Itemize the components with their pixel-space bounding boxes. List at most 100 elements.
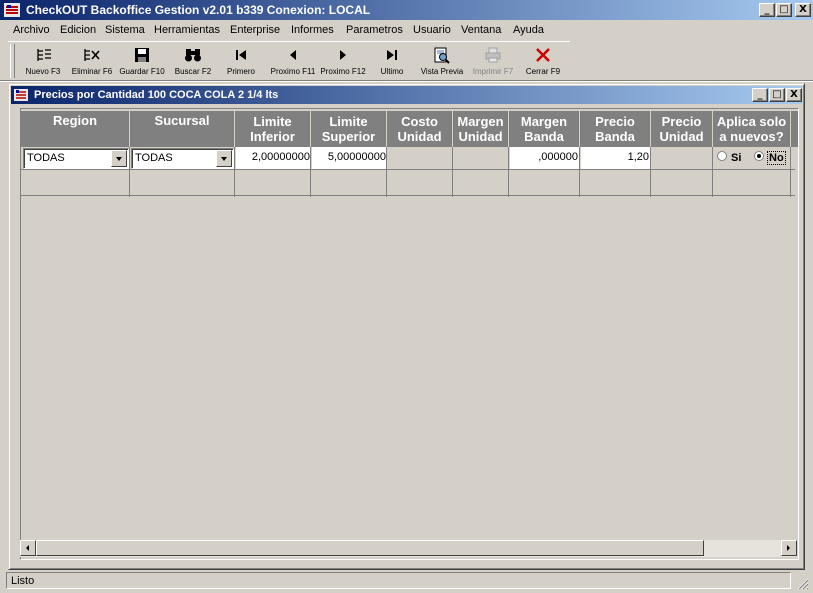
col-header-region-label: Region xyxy=(52,113,98,128)
nuevo-button[interactable]: Nuevo F3 xyxy=(22,42,64,80)
child-title-bar[interactable]: Precios por Cantidad 100 COCA COLA 2 1/4… xyxy=(11,86,802,104)
aplica-nuevos-cell: Si No xyxy=(714,147,791,169)
scroll-thumb[interactable] xyxy=(36,540,704,556)
col-header-margen-unidad-label: Margen Unidad xyxy=(457,114,503,144)
menu-archivo[interactable]: Archivo xyxy=(13,24,50,36)
status-bar: Listo xyxy=(6,572,809,590)
col-header-region[interactable]: Region xyxy=(21,111,130,147)
col-header-aplica-nuevos-line2: a nuevos? xyxy=(719,129,784,144)
col-header-costo-unidad-line1: Costo xyxy=(401,114,438,129)
col-header-margen-unidad-line2: Unidad xyxy=(458,129,503,144)
col-header-precio-banda[interactable]: Precio Banda xyxy=(580,111,651,147)
col-header-precio-unidad-label: Precio Unidad xyxy=(659,114,703,144)
row-divider xyxy=(21,195,795,196)
nuevo-label: Nuevo F3 xyxy=(25,67,61,76)
margen-banda-cell[interactable]: ,000000 xyxy=(510,147,579,169)
vista-previa-button[interactable]: Vista Previa xyxy=(418,42,466,80)
col-divider xyxy=(452,147,453,197)
toolbar-separator-highlight xyxy=(0,81,813,82)
limite-superior-value: 5,00000000 xyxy=(327,151,386,163)
buscar-button[interactable]: Buscar F2 xyxy=(171,42,215,80)
aplica-no-label[interactable]: No xyxy=(767,151,786,165)
minimize-button[interactable]: _ xyxy=(759,3,775,17)
vista-previa-label: Vista Previa xyxy=(420,67,464,76)
col-divider xyxy=(129,147,130,197)
col-header-limite-inferior-label: Limite Inferior xyxy=(250,114,295,144)
menu-herramientas[interactable]: Herramientas xyxy=(154,24,220,36)
menu-sistema[interactable]: Sistema xyxy=(105,24,145,36)
col-header-margen-banda-label: Margen Banda xyxy=(521,114,567,144)
close-x-icon xyxy=(536,48,550,62)
proximo-f11-button[interactable]: Proximo F11 xyxy=(269,42,317,80)
region-select[interactable]: TODAS xyxy=(23,148,129,169)
precio-banda-cell[interactable]: 1,20 xyxy=(581,147,650,169)
limite-superior-cell[interactable]: 5,00000000 xyxy=(312,147,387,169)
limite-inferior-cell[interactable]: 2,00000000 xyxy=(236,147,311,169)
col-divider xyxy=(386,147,387,197)
region-dropdown-arrow-icon[interactable] xyxy=(111,150,127,167)
app-title: CheckOUT Backoffice Gestion v2.01 b339 C… xyxy=(26,3,371,17)
menu-usuario[interactable]: Usuario xyxy=(413,24,451,36)
sucursal-select[interactable]: TODAS xyxy=(131,148,234,169)
col-header-costo-unidad-label: Costo Unidad xyxy=(397,114,441,144)
col-divider xyxy=(310,147,311,197)
sucursal-dropdown-arrow-icon[interactable] xyxy=(216,150,232,167)
col-header-limite-inferior[interactable]: Limite Inferior xyxy=(235,111,311,147)
col-header-margen-banda[interactable]: Margen Banda xyxy=(509,111,580,147)
menu-bar: Archivo Edicion Sistema Herramientas Ent… xyxy=(0,20,813,40)
proximo-f12-button[interactable]: Proximo F12 xyxy=(319,42,367,80)
guardar-button[interactable]: Guardar F10 xyxy=(118,42,166,80)
maximize-button[interactable]: □ xyxy=(776,3,792,17)
guardar-label: Guardar F10 xyxy=(119,67,165,76)
aplica-no-radio[interactable] xyxy=(754,151,764,161)
ultimo-button[interactable]: Ultimo xyxy=(371,42,413,80)
col-header-margen-unidad[interactable]: Margen Unidad xyxy=(453,111,509,147)
menu-edicion[interactable]: Edicion xyxy=(60,24,96,36)
col-header-sucursal-label: Sucursal xyxy=(154,113,210,128)
menu-informes[interactable]: Informes xyxy=(291,24,334,36)
col-header-limite-superior[interactable]: Limite Superior xyxy=(311,111,387,147)
margen-unidad-cell[interactable] xyxy=(454,147,508,169)
precio-banda-value: 1,20 xyxy=(627,151,649,163)
col-header-precio-banda-label: Precio Banda xyxy=(595,114,635,144)
costo-unidad-cell[interactable] xyxy=(388,147,452,169)
resize-grip-icon[interactable] xyxy=(795,576,809,590)
region-value: TODAS xyxy=(27,152,65,164)
close-button[interactable]: X xyxy=(795,3,811,17)
previous-record-icon xyxy=(290,50,296,60)
scroll-left-button[interactable] xyxy=(20,540,36,556)
menu-parametros[interactable]: Parametros xyxy=(346,24,403,36)
scroll-right-button[interactable] xyxy=(781,540,797,556)
sucursal-value: TODAS xyxy=(135,152,173,164)
menu-enterprise[interactable]: Enterprise xyxy=(230,24,280,36)
imprimir-button[interactable]: Imprimir F7 xyxy=(469,42,517,80)
price-grid[interactable]: Region Sucursal Limite Inferior Limite Sup… xyxy=(20,108,799,560)
child-window-icon[interactable] xyxy=(14,89,28,101)
next-record-icon xyxy=(340,50,346,60)
horizontal-scrollbar[interactable] xyxy=(20,540,797,557)
col-divider xyxy=(579,147,580,197)
menu-ayuda[interactable]: Ayuda xyxy=(513,24,544,36)
child-close-button[interactable]: X xyxy=(786,88,802,102)
col-header-limite-inferior-line2: Inferior xyxy=(250,129,295,144)
aplica-si-label[interactable]: Si xyxy=(731,152,741,164)
cerrar-button[interactable]: Cerrar F9 xyxy=(520,42,566,80)
menu-ventana[interactable]: Ventana xyxy=(461,24,501,36)
eliminar-button[interactable]: Eliminar F6 xyxy=(68,42,116,80)
child-minimize-button[interactable]: _ xyxy=(752,88,768,102)
status-text: Listo xyxy=(11,575,35,587)
main-title-bar[interactable]: CheckOUT Backoffice Gestion v2.01 b339 C… xyxy=(0,0,813,20)
child-maximize-button[interactable]: □ xyxy=(769,88,785,102)
primero-button[interactable]: Primero xyxy=(220,42,262,80)
app-icon[interactable] xyxy=(4,3,20,17)
col-header-costo-unidad[interactable]: Costo Unidad xyxy=(387,111,453,147)
col-header-sucursal[interactable]: Sucursal xyxy=(130,111,235,147)
precio-unidad-cell[interactable] xyxy=(652,147,712,169)
toolbar-grip[interactable] xyxy=(10,44,15,78)
row-divider xyxy=(21,169,795,170)
aplica-si-radio[interactable] xyxy=(717,151,727,161)
margen-banda-value: ,000000 xyxy=(538,151,578,163)
col-header-aplica-nuevos[interactable]: Aplica solo a nuevos? xyxy=(713,111,791,147)
col-header-precio-unidad[interactable]: Precio Unidad xyxy=(651,111,713,147)
col-header-margen-unidad-line1: Margen xyxy=(457,114,504,129)
